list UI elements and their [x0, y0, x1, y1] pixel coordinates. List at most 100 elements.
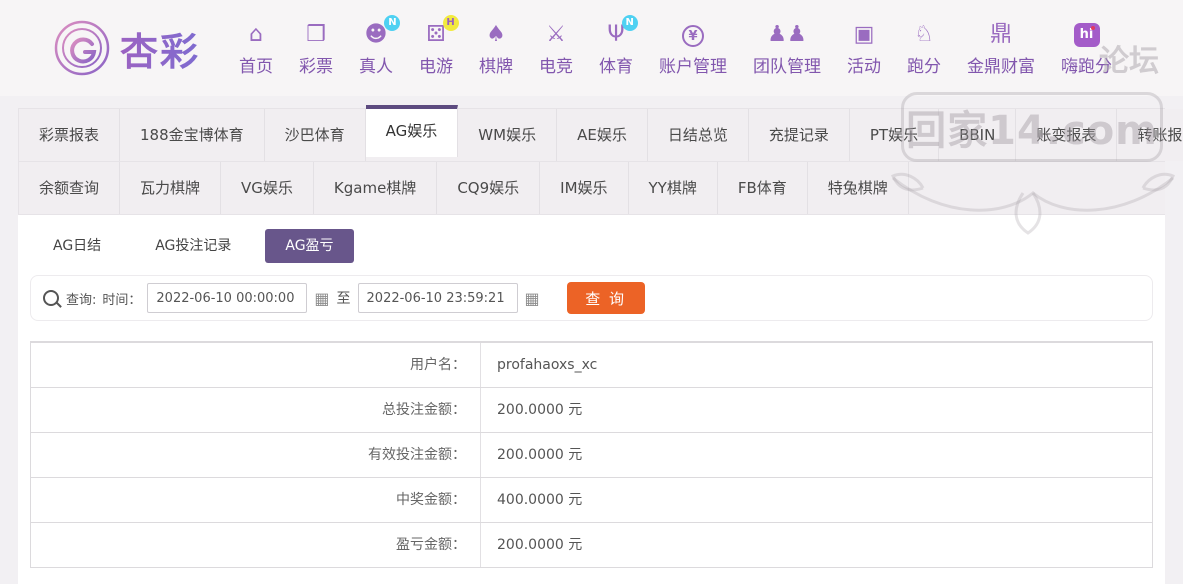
nav-item[interactable]: ⚄ H 电游	[406, 14, 466, 77]
report-table: 用户名： profahaoxs_xc 总投注金额： 200.0000 元 有效投…	[30, 341, 1153, 568]
main-tab[interactable]: 彩票报表	[19, 109, 121, 161]
row-value: profahaoxs_xc	[497, 357, 598, 373]
main-tab[interactable]: 转账报表	[1117, 109, 1183, 161]
nav-item[interactable]: ΨN 体育	[586, 14, 646, 77]
nav-item[interactable]: ☻ N 真人	[346, 14, 406, 77]
main-tab[interactable]: 账变报表	[1016, 109, 1118, 161]
nav-label: 活动	[847, 56, 882, 77]
nav-item[interactable]: ⌂ 首页	[226, 20, 286, 77]
nav-label: 棋牌	[479, 56, 514, 77]
live-person-icon: ☻ N	[365, 14, 401, 50]
main-tab[interactable]: 日结总览	[647, 109, 749, 161]
hi-app-icon: hi	[1073, 22, 1100, 47]
sub-tab[interactable]: AG投注记录	[135, 229, 251, 263]
nav-label: 金鼎财富	[967, 56, 1036, 77]
main-tab[interactable]: AE娱乐	[557, 109, 648, 161]
main-tab[interactable]: 瓦力棋牌	[120, 162, 222, 214]
gift-icon: ▣	[853, 21, 875, 47]
lottery-ticket-icon: ❒	[306, 21, 326, 47]
main-tab[interactable]: WM娱乐	[458, 109, 558, 161]
query-button[interactable]: 查 询	[566, 282, 645, 314]
row-label: 盈亏金额：	[31, 523, 481, 567]
time-to-input[interactable]	[357, 283, 518, 313]
main-tabs-row-1: 彩票报表 188金宝博体育 沙巴体育 AG娱乐 WM娱乐 AE娱乐 日结总览 充…	[18, 105, 1183, 161]
main-tab[interactable]: 188金宝博体育	[120, 109, 265, 161]
yuan-circle-icon: ¥	[682, 24, 705, 47]
home-icon: ⌂	[249, 21, 263, 47]
main-nav: ⌂ 首页 ❒ 彩票 ☻ N 真人 ⚄ H 电游 ♠ 棋牌 ⚔ 电竞 Ψ N 体育…	[226, 14, 1125, 77]
calendar-icon-to[interactable]: ▦	[525, 289, 540, 308]
nav-item[interactable]: ▣ 活动	[834, 20, 894, 77]
nav-label: 跑分	[907, 56, 942, 77]
time-label: 时间：	[102, 292, 142, 308]
sub-tabs: AG日结 AG投注记录 AG盈亏	[18, 215, 1165, 263]
nav-label: 体育	[599, 56, 634, 77]
trophy-icon: ΨN	[607, 14, 638, 50]
nav-item[interactable]: ♟♟ 团队管理	[740, 20, 834, 77]
rhino-icon: ♘	[914, 21, 934, 47]
nav-item[interactable]: 鼎 金鼎财富	[954, 20, 1048, 77]
page: 杏彩 ⌂ 首页 ❒ 彩票 ☻ N 真人 ⚄ H 电游 ♠ 棋牌 ⚔ 电竞 Ψ N…	[0, 0, 1183, 584]
main-tabs-row-2: 余额查询 瓦力棋牌 VG娱乐 Kgame棋牌 CQ9娱乐 IM娱乐 YY棋牌 F…	[18, 161, 1165, 215]
logo-text: 杏彩	[120, 21, 200, 76]
row-value: 200.0000 元	[497, 537, 583, 553]
nav-item[interactable]: ⚔ 电竞	[526, 20, 586, 77]
main-tab[interactable]: PT娱乐	[849, 109, 940, 161]
table-row: 中奖金额： 400.0000 元	[31, 477, 1152, 522]
sub-tab[interactable]: AG盈亏	[265, 229, 354, 263]
search-icon	[43, 290, 59, 306]
to-separator: 至	[336, 291, 351, 307]
ding-tripod-icon: 鼎	[990, 21, 1013, 47]
nav-item[interactable]: ♠ 棋牌	[466, 20, 526, 77]
table-row: 用户名： profahaoxs_xc	[31, 342, 1152, 387]
nav-label: 团队管理	[753, 56, 822, 77]
query-bar: 查询: 时间： ▦ 至 ▦ 查 询	[30, 275, 1153, 321]
row-label: 中奖金额：	[31, 478, 481, 522]
cards-icon: ♠	[486, 21, 506, 47]
query-label: 查询:	[66, 292, 97, 308]
time-from-input[interactable]	[147, 283, 308, 313]
team-icon: ♟♟	[767, 21, 807, 47]
row-value: 200.0000 元	[497, 447, 583, 463]
nav-item[interactable]: ♘ 跑分	[894, 20, 954, 77]
main-tab[interactable]: 余额查询	[19, 162, 121, 214]
main-tab[interactable]: 充提记录	[748, 109, 850, 161]
nav-badge: N	[384, 14, 401, 31]
nav-label: 首页	[239, 56, 274, 77]
row-label: 有效投注金额：	[31, 433, 481, 477]
main-tab[interactable]: AG娱乐	[365, 105, 459, 157]
main-tab[interactable]: IM娱乐	[540, 162, 629, 214]
main-tab[interactable]: 沙巴体育	[264, 109, 366, 161]
site-logo[interactable]: 杏彩	[52, 18, 200, 78]
nav-item[interactable]: ❒ 彩票	[286, 20, 346, 77]
top-bar: 杏彩 ⌂ 首页 ❒ 彩票 ☻ N 真人 ⚄ H 电游 ♠ 棋牌 ⚔ 电竞 Ψ N…	[0, 0, 1183, 96]
row-label: 用户名：	[31, 343, 481, 387]
row-value: 400.0000 元	[497, 492, 583, 508]
nav-badge: N	[621, 14, 638, 31]
row-label: 总投注金额：	[31, 388, 481, 432]
sub-tab[interactable]: AG日结	[33, 229, 121, 263]
nav-label: 彩票	[299, 56, 334, 77]
nav-item[interactable]: ¥ 账户管理	[646, 24, 740, 77]
gamepad-icon: ⚄ H	[426, 14, 459, 50]
nav-label: 电游	[419, 56, 454, 77]
nav-label: 账户管理	[659, 56, 728, 77]
main-tab[interactable]: BBIN	[939, 109, 1017, 161]
table-row: 盈亏金额： 200.0000 元	[31, 522, 1152, 567]
main-tab[interactable]: FB体育	[717, 162, 808, 214]
nav-label: 电竞	[539, 56, 574, 77]
main-tab[interactable]: Kgame棋牌	[313, 162, 438, 214]
nav-label: 嗨跑分	[1061, 56, 1113, 77]
table-row: 总投注金额： 200.0000 元	[31, 387, 1152, 432]
calendar-icon-from[interactable]: ▦	[314, 289, 329, 308]
nav-item[interactable]: hi 嗨跑分	[1048, 22, 1125, 77]
main-tab[interactable]: YY棋牌	[628, 162, 718, 214]
main-tab[interactable]: VG娱乐	[221, 162, 314, 214]
main-tab[interactable]: CQ9娱乐	[437, 162, 541, 214]
table-row: 有效投注金额： 200.0000 元	[31, 432, 1152, 477]
main-tab[interactable]: 特兔棋牌	[807, 162, 909, 214]
logo-emblem-icon	[52, 18, 112, 78]
nav-label: 真人	[359, 56, 394, 77]
nav-badge: H	[442, 14, 459, 31]
row-value: 200.0000 元	[497, 402, 583, 418]
